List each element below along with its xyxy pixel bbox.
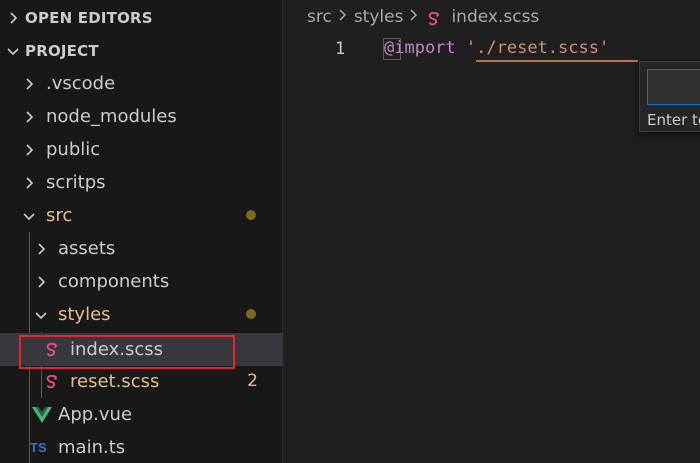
quick-input-field[interactable] (647, 69, 700, 105)
modified-dot (246, 210, 256, 220)
chevron-right-icon (338, 7, 348, 27)
chevron-right-icon (26, 111, 34, 123)
code-line[interactable]: @import './reset.scss' (384, 38, 609, 58)
tree-item-vscode[interactable]: .vscode (0, 67, 283, 100)
tree-item-label: assets (58, 238, 116, 259)
breadcrumb: src styles index.scss (307, 7, 539, 27)
modified-dot (246, 309, 256, 319)
code-string: './reset.scss' (465, 38, 610, 58)
project-label: PROJECT (25, 42, 99, 60)
sass-file-icon (46, 374, 57, 389)
chevron-right-icon (26, 144, 34, 156)
chevron-right-icon (38, 243, 46, 255)
tree-item-label: main.ts (58, 437, 126, 458)
sass-file-icon (429, 11, 440, 26)
tree-item-label: scritps (46, 172, 106, 193)
breadcrumb-item-index-scss[interactable]: index.scss (451, 7, 539, 27)
tree-item-label: src (46, 205, 73, 226)
tree-item-label: public (46, 139, 101, 160)
tree-item-src[interactable]: src (0, 199, 283, 232)
tree-item-assets[interactable]: assets (0, 232, 283, 265)
tree-item-scritps[interactable]: scritps (0, 166, 283, 199)
open-editors-header[interactable]: OPEN EDITORS (0, 1, 283, 34)
chevron-down-icon (7, 48, 19, 56)
tree-item-reset-scss[interactable]: reset.scss 2 (0, 365, 283, 398)
tree-item-label: node_modules (46, 106, 177, 127)
selection-highlight-box (19, 335, 235, 369)
code-keyword: @import (384, 38, 456, 58)
tree-item-node-modules[interactable]: node_modules (0, 100, 283, 133)
tree-item-label: components (58, 271, 170, 292)
tree-item-label: styles (58, 304, 111, 325)
tree-item-label: reset.scss (70, 371, 160, 392)
tree-item-main-ts[interactable]: TS main.ts (0, 431, 283, 463)
problems-badge: 2 (247, 371, 258, 391)
quick-input-hint: Enter to (647, 111, 700, 129)
chevron-right-icon (38, 276, 46, 288)
tree-item-public[interactable]: public (0, 133, 283, 166)
vue-file-icon (32, 407, 52, 423)
tree-item-label: .vscode (46, 73, 116, 94)
explorer-sidebar: OPEN EDITORS PROJECT .vscode node_module… (0, 0, 283, 463)
chevron-down-icon (23, 213, 35, 221)
breadcrumb-item-styles[interactable]: styles (354, 7, 404, 27)
open-editors-label: OPEN EDITORS (25, 9, 153, 27)
tree-item-app-vue[interactable]: App.vue (0, 398, 283, 431)
line-number: 1 (335, 39, 346, 59)
typescript-file-icon: TS (30, 440, 47, 455)
breadcrumb-item-src[interactable]: src (307, 7, 332, 27)
chevron-down-icon (35, 312, 47, 320)
editor-pane: src styles index.scss 1 @import './reset… (283, 0, 700, 463)
tree-item-label: App.vue (58, 404, 133, 425)
chevron-right-icon (10, 12, 18, 24)
quick-input-popup: Enter to (639, 61, 700, 132)
tree-item-styles[interactable]: styles (0, 298, 283, 331)
project-header[interactable]: PROJECT (0, 34, 283, 67)
chevron-right-icon (409, 7, 419, 27)
chevron-right-icon (26, 177, 34, 189)
chevron-right-icon (26, 78, 34, 90)
warning-squiggle (476, 60, 638, 62)
tree-item-components[interactable]: components (0, 265, 283, 298)
